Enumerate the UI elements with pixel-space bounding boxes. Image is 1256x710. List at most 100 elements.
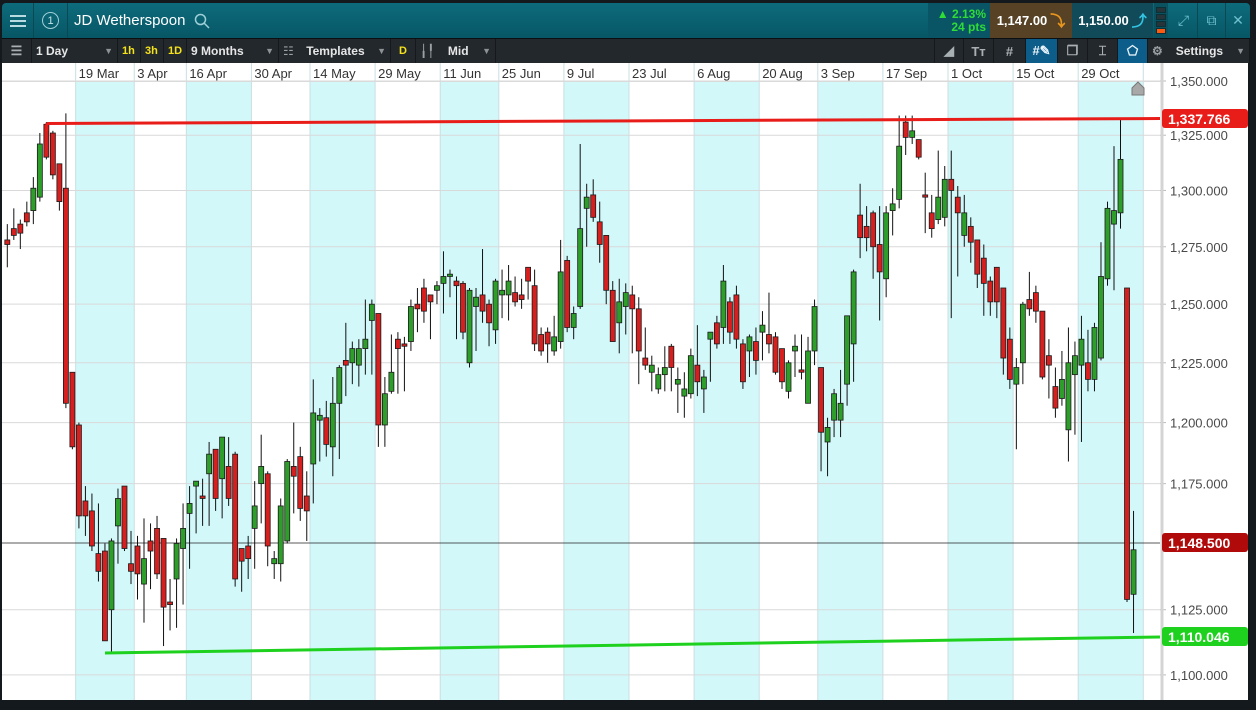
candle-up <box>707 331 714 340</box>
instrument-title: JD Wetherspoon <box>74 12 186 29</box>
candle-up <box>661 367 668 376</box>
x-tick-label: 14 May <box>313 66 356 81</box>
quick-1d-button[interactable]: 1D <box>164 39 187 63</box>
chevron-down-icon: ▼ <box>482 46 491 56</box>
menu-button[interactable] <box>2 3 34 38</box>
candle-down <box>740 343 746 383</box>
candle-up <box>388 371 395 392</box>
price-tag-button[interactable]: ⬠ <box>1118 39 1148 63</box>
candle-down <box>609 289 616 342</box>
candle-down <box>49 132 56 176</box>
candle-down <box>1032 292 1039 312</box>
candle-down <box>870 212 877 248</box>
candle-down <box>1085 362 1091 380</box>
candle-down <box>902 121 909 138</box>
x-tick-label: 29 Oct <box>1081 66 1120 81</box>
expand-button[interactable]: ⤢ <box>1170 3 1198 38</box>
candle-down <box>394 338 401 350</box>
candle-up <box>700 376 707 390</box>
candle-down <box>1000 287 1007 359</box>
x-tick-label: 17 Sep <box>886 66 927 81</box>
buy-price: 1,150.00 <box>1078 13 1129 28</box>
candle-up <box>648 364 655 373</box>
watchlist-number-button[interactable]: 1 <box>34 3 68 38</box>
arrow-up-icon: ⤴ <box>1131 13 1147 30</box>
draw-line-icon: ◢ <box>944 43 954 58</box>
templates-dropdown[interactable]: ☷ Templates ▼ <box>279 39 391 63</box>
popout-button[interactable]: ⧉ <box>1198 3 1226 38</box>
y-tick-label: 1,350.000 <box>1170 74 1228 89</box>
candle-up <box>674 378 681 385</box>
candle-down <box>212 448 219 499</box>
layers-icon: ❐ <box>1066 43 1079 58</box>
sell-button[interactable]: 1,147.00 ⤵ <box>990 3 1072 38</box>
x-tick-label: 25 Jun <box>502 66 541 81</box>
candle-up <box>1104 207 1111 280</box>
title-bar: 1 JD Wetherspoon ▲ 2.13% 24 pts 1,147.00… <box>2 3 1250 38</box>
period-band <box>563 82 630 700</box>
x-tick-label: 19 Mar <box>79 66 120 81</box>
search-button[interactable] <box>192 3 212 38</box>
candle-down <box>967 225 974 243</box>
candle-up <box>447 273 453 277</box>
candle-down <box>121 485 128 549</box>
candle-up <box>831 393 837 421</box>
candle-down <box>154 527 160 575</box>
candle-up <box>36 143 43 198</box>
crosshair-button[interactable]: ⌶ <box>1088 39 1118 63</box>
candle-down <box>401 343 408 347</box>
candle-up <box>616 301 623 324</box>
candle-down <box>414 303 421 310</box>
candle-up <box>1065 362 1072 431</box>
candle-up <box>219 436 226 480</box>
grid-draw-button[interactable]: #✎ <box>1026 39 1058 63</box>
candle-down <box>245 545 252 560</box>
chart-list-button[interactable]: ☰ <box>2 39 32 63</box>
candle-up <box>1072 355 1078 376</box>
y-tick-label: 1,325.000 <box>1170 128 1228 143</box>
range-dropdown[interactable]: 9 Months ▼ <box>187 39 279 63</box>
candle-down <box>4 239 11 245</box>
candle-down <box>17 223 24 234</box>
d-button[interactable]: D <box>391 39 416 63</box>
grid-pen-icon: #✎ <box>1032 43 1051 58</box>
candle-up <box>844 315 850 385</box>
y-tick-label: 1,100.000 <box>1170 668 1228 683</box>
candlestick-chart[interactable]: 19 Mar 3 Apr 16 Apr 30 Apr 14 May 29 May 11 Ju… <box>2 63 1248 700</box>
quick-1h-button[interactable]: 1h <box>118 39 141 63</box>
candle-down <box>876 244 883 273</box>
candle-down <box>264 473 271 547</box>
candle-down <box>232 453 239 580</box>
candle-up <box>310 412 317 465</box>
candle-up <box>408 306 414 342</box>
candle-down <box>713 322 720 345</box>
candle-down <box>518 294 525 300</box>
quick-3h-button[interactable]: 3h <box>141 39 164 63</box>
candle-up <box>1130 549 1137 595</box>
candle-down <box>23 212 30 223</box>
chart-window: 1 JD Wetherspoon ▲ 2.13% 24 pts 1,147.00… <box>0 0 1256 710</box>
candle-down <box>323 417 330 445</box>
x-tick-label: 9 Jul <box>567 66 595 81</box>
settings-label: Settings <box>1175 44 1224 58</box>
candle-up <box>551 336 558 352</box>
text-button[interactable]: Tт <box>964 39 994 63</box>
grid-button[interactable]: # <box>994 39 1026 63</box>
candle-down <box>1026 299 1033 310</box>
candle-up <box>785 362 792 392</box>
draw-line-button[interactable]: ◢ <box>934 39 964 63</box>
candle-up <box>792 345 798 352</box>
text-icon: Tт <box>971 43 986 59</box>
candle-up <box>824 427 831 443</box>
interval-dropdown[interactable]: 1 Day ▼ <box>32 39 118 63</box>
layers-button[interactable]: ❐ <box>1058 39 1088 63</box>
candle-up <box>115 498 121 527</box>
candle-up <box>180 527 186 549</box>
price-type-dropdown[interactable]: ╽╿ Mid ▼ <box>416 39 496 63</box>
close-button[interactable]: ✕ <box>1224 3 1252 38</box>
candle-up <box>316 414 323 421</box>
candle-up <box>1091 327 1098 380</box>
buy-button[interactable]: 1,150.00 ⤴ <box>1072 3 1153 38</box>
settings-dropdown[interactable]: ⚙ Settings ▼ <box>1148 39 1250 63</box>
candle-down <box>486 303 492 324</box>
